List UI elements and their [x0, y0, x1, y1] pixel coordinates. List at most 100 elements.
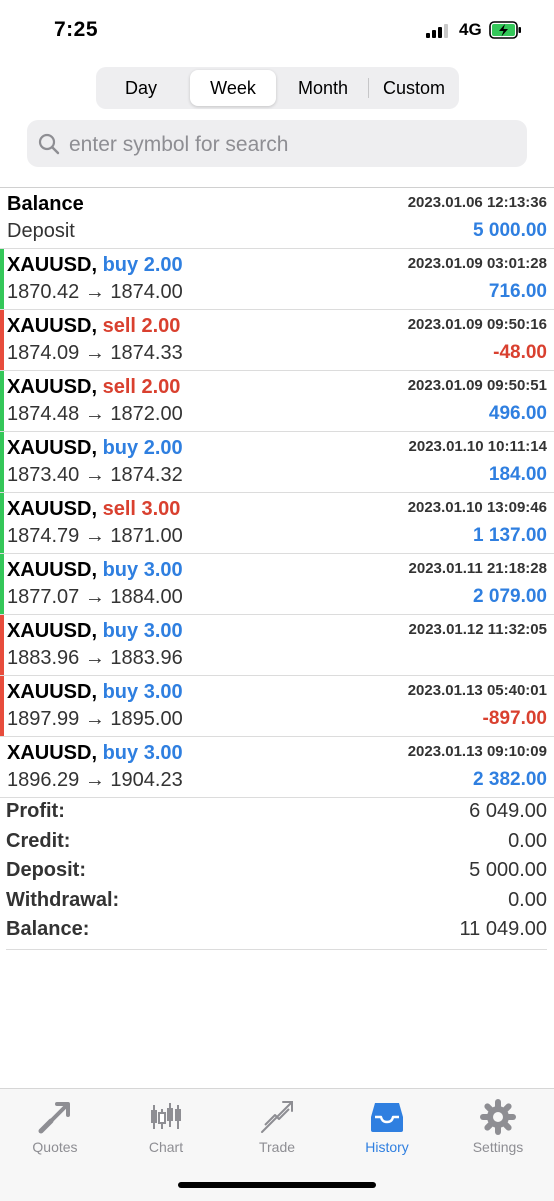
- tab-chart[interactable]: Chart: [111, 1099, 221, 1161]
- trade-profit: 184.00: [488, 464, 547, 485]
- trade-row[interactable]: XAUUSD, sell 2.00 1874.09 → 1874.33 2023…: [0, 310, 554, 371]
- trade-prices: 1874.48 → 1872.00: [7, 403, 183, 425]
- trade-side: sell 2.00: [102, 376, 181, 398]
- trade-prices: 1897.99 → 1895.00: [7, 708, 183, 730]
- trade-symbol: XAUUSD,: [7, 254, 98, 276]
- segment-day[interactable]: Day: [96, 70, 186, 106]
- trade-row[interactable]: XAUUSD, buy 3.00 1896.29 → 1904.23 2023.…: [0, 737, 554, 798]
- trade-symbol: XAUUSD,: [7, 559, 98, 581]
- network-type: 4G: [459, 20, 482, 39]
- summary-block: Profit: 6 049.00 Credit: 0.00 Deposit: 5…: [6, 797, 547, 945]
- result-bar: [0, 493, 4, 553]
- trade-side: buy 3.00: [102, 681, 183, 703]
- trade-datetime: 2023.01.10 10:11:14: [408, 438, 547, 455]
- trade-side: buy 3.00: [102, 620, 183, 642]
- summary-value: 11 049.00: [459, 918, 548, 940]
- trade-prices: 1870.42 → 1874.00: [7, 281, 183, 303]
- trade-symbol: XAUUSD,: [7, 498, 98, 520]
- battery-charging-icon: [489, 21, 521, 39]
- divider: [6, 949, 547, 950]
- chart-icon: [151, 1103, 181, 1129]
- trade-side: buy 3.00: [102, 559, 183, 581]
- trade-datetime: 2023.01.09 03:01:28: [407, 255, 547, 272]
- trade-icon: [261, 1101, 293, 1133]
- result-bar: [0, 676, 4, 736]
- balance-amount: 5 000.00: [473, 220, 547, 241]
- trade-row[interactable]: XAUUSD, buy 3.00 1897.99 → 1895.00 2023.…: [0, 676, 554, 737]
- trade-profit: 1 137.00: [473, 525, 547, 546]
- segment-month[interactable]: Month: [278, 70, 368, 106]
- trade-symbol: XAUUSD,: [7, 376, 98, 398]
- search-icon: [38, 133, 60, 155]
- summary-label: Balance:: [6, 918, 90, 940]
- tab-label: Chart: [148, 1139, 184, 1155]
- result-bar: [0, 249, 4, 309]
- trade-row[interactable]: XAUUSD, sell 3.00 1874.79 → 1871.00 2023…: [0, 493, 554, 554]
- balance-row[interactable]: Balance Deposit 2023.01.06 12:13:36 5 00…: [0, 188, 554, 249]
- summary-deposit: Deposit: 5 000.00: [6, 856, 547, 886]
- result-bar: [0, 554, 4, 614]
- summary-label: Withdrawal:: [6, 888, 120, 911]
- summary-value: 0.00: [508, 888, 547, 911]
- trade-prices: 1873.40 → 1874.32: [7, 464, 183, 486]
- trade-row[interactable]: XAUUSD, buy 2.00 1870.42 → 1874.00 2023.…: [0, 249, 554, 310]
- tab-quotes[interactable]: Quotes: [0, 1099, 110, 1161]
- home-indicator[interactable]: [178, 1182, 376, 1188]
- period-segmented-control: Day Week Month Custom: [96, 67, 459, 109]
- trade-datetime: 2023.01.10 13:09:46: [407, 499, 547, 516]
- trade-prices: 1874.09 → 1874.33: [7, 342, 183, 364]
- quotes-icon: [38, 1102, 70, 1134]
- segment-custom[interactable]: Custom: [369, 70, 459, 106]
- trade-profit: 2 382.00: [473, 769, 547, 790]
- trade-symbol: XAUUSD,: [7, 315, 98, 337]
- tab-settings[interactable]: Settings: [443, 1099, 553, 1161]
- status-bar: 7:25 4G: [0, 0, 554, 60]
- trade-row[interactable]: XAUUSD, buy 3.00 1877.07 → 1884.00 2023.…: [0, 554, 554, 615]
- tab-trade[interactable]: Trade: [222, 1099, 332, 1161]
- trade-symbol: XAUUSD,: [7, 742, 98, 764]
- summary-withdrawal: Withdrawal: 0.00: [6, 886, 547, 916]
- trade-symbol: XAUUSD,: [7, 437, 98, 459]
- trade-datetime: 2023.01.09 09:50:51: [407, 377, 547, 394]
- trade-profit: 2 079.00: [473, 586, 547, 607]
- balance-title: Balance: [7, 193, 84, 215]
- trade-datetime: 2023.01.09 09:50:16: [407, 316, 547, 333]
- summary-balance: Balance: 11 049.00: [6, 915, 547, 945]
- trade-profit: -897.00: [482, 708, 547, 729]
- trade-side: sell 2.00: [102, 315, 181, 337]
- segment-week[interactable]: Week: [190, 70, 276, 106]
- trade-row[interactable]: XAUUSD, buy 2.00 1873.40 → 1874.32 2023.…: [0, 432, 554, 493]
- history-icon: [371, 1103, 403, 1132]
- trade-row[interactable]: XAUUSD, sell 2.00 1874.48 → 1872.00 2023…: [0, 371, 554, 432]
- trade-prices: 1896.29 → 1904.23: [7, 769, 183, 791]
- history-list: Balance Deposit 2023.01.06 12:13:36 5 00…: [0, 188, 554, 798]
- balance-subtitle: Deposit: [7, 220, 75, 242]
- tab-label: History: [365, 1139, 409, 1155]
- result-bar: [0, 432, 4, 492]
- result-bar: [0, 371, 4, 431]
- balance-datetime: 2023.01.06 12:13:36: [407, 194, 547, 211]
- cellular-signal-icon: [426, 24, 452, 38]
- summary-label: Profit:: [6, 800, 65, 822]
- trade-datetime: 2023.01.12 11:32:05: [408, 621, 547, 638]
- search-input[interactable]: [67, 120, 521, 169]
- trade-profit: 496.00: [488, 403, 547, 424]
- tab-history[interactable]: History: [332, 1099, 442, 1161]
- summary-value: 6 049.00: [469, 800, 547, 822]
- trade-prices: 1883.96 → 1883.96: [7, 647, 183, 669]
- summary-value: 5 000.00: [469, 859, 547, 881]
- result-bar: [0, 615, 4, 675]
- trade-row[interactable]: XAUUSD, buy 3.00 1883.96 → 1883.96 2023.…: [0, 615, 554, 676]
- summary-label: Deposit:: [6, 859, 86, 881]
- search-bar: [27, 120, 527, 169]
- summary-label: Credit:: [6, 829, 71, 852]
- trade-prices: 1877.07 → 1884.00: [7, 586, 183, 608]
- trade-datetime: 2023.01.13 09:10:09: [407, 743, 547, 760]
- trade-side: buy 2.00: [102, 254, 183, 276]
- tab-label: Quotes: [32, 1139, 78, 1155]
- summary-profit: Profit: 6 049.00: [6, 797, 547, 827]
- trade-side: sell 3.00: [102, 498, 181, 520]
- result-bar: [0, 310, 4, 370]
- trade-side: buy 2.00: [102, 437, 183, 459]
- trade-prices: 1874.79 → 1871.00: [7, 525, 183, 547]
